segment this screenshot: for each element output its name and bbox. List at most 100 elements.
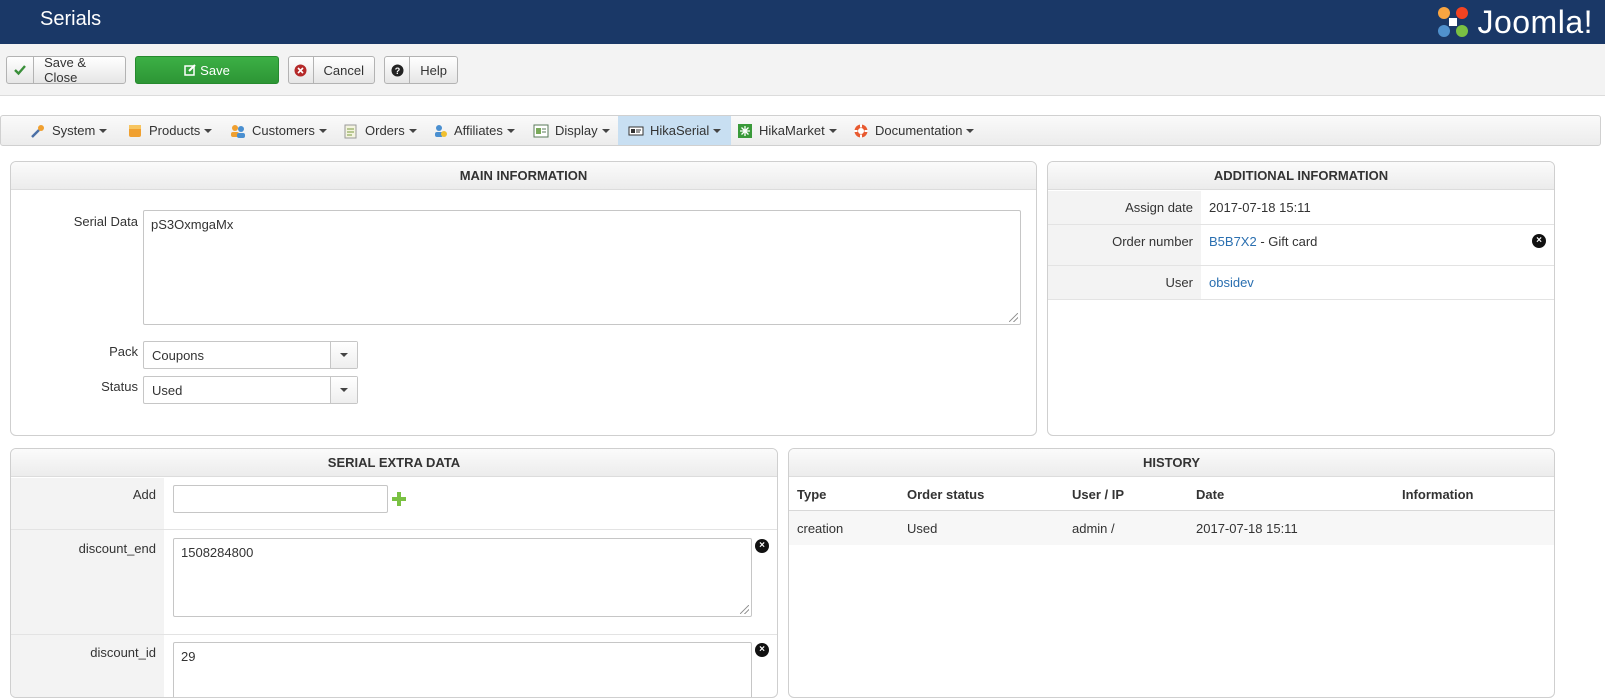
help-label: Help [420, 62, 447, 78]
serial-data-value: pS3OxmgaMx [151, 217, 234, 232]
add-label: Add [132, 487, 156, 502]
question-icon: ? [385, 57, 411, 83]
caret-down-icon [966, 128, 975, 133]
caret-down-icon [318, 128, 327, 133]
serial-extra-data-panel: SERIAL EXTRA DATA Add discount_end 15082… [10, 448, 778, 698]
save-button[interactable]: Save [135, 56, 279, 84]
add-key-input[interactable] [173, 485, 388, 513]
status-value: Used [152, 382, 183, 398]
joomla-logo-icon [1438, 7, 1469, 37]
assign-date-label: Assign date [1125, 200, 1193, 215]
column-header: Date [1196, 487, 1225, 502]
joomla-logo[interactable]: Joomla! [1435, 2, 1593, 42]
menu-customers[interactable]: Customers [220, 116, 337, 145]
order-number-label: Order number [1112, 234, 1193, 249]
cancel-label: Cancel [323, 62, 364, 78]
status-select[interactable]: Used [143, 376, 358, 404]
affiliates-icon [435, 124, 447, 137]
admin-menu-bar: System Products Customers Orders Affilia… [0, 115, 1601, 146]
help-button[interactable]: ? Help [384, 56, 458, 84]
menu-label: Customers [252, 123, 315, 138]
column-header: User / IP [1072, 487, 1125, 502]
main-information-panel: MAIN INFORMATION Serial Data pS3OxmgaMx … [10, 161, 1037, 436]
menu-label: Orders [365, 123, 405, 138]
pack-select[interactable]: Coupons [143, 341, 358, 369]
table-cell: 2017-07-18 15:11 [1196, 521, 1298, 536]
menu-label: HikaSerial [650, 123, 710, 138]
status-label: Status [101, 379, 138, 394]
extra-field-value: 29 [181, 649, 196, 664]
menu-system[interactable]: System [20, 116, 117, 145]
remove-field-icon[interactable]: × [755, 643, 769, 657]
resize-grip-icon[interactable] [740, 605, 749, 614]
serial-data-textarea[interactable]: pS3OxmgaMx [143, 210, 1021, 325]
box-icon [129, 124, 141, 137]
caret-down-icon [828, 128, 837, 133]
caret-down-icon [408, 128, 417, 133]
menu-hikaserial[interactable]: HikaSerial [618, 116, 732, 145]
users-icon [231, 124, 245, 138]
panel-title: ADDITIONAL INFORMATION [1048, 162, 1554, 190]
additional-information-panel: ADDITIONAL INFORMATION Assign date 2017-… [1047, 161, 1555, 436]
menu-label: Display [555, 123, 598, 138]
tools-icon [31, 124, 44, 138]
cancel-button[interactable]: Cancel [288, 56, 375, 84]
menu-label: System [52, 123, 96, 138]
menu-hikamarket[interactable]: HikaMarket [727, 116, 847, 145]
menu-display[interactable]: Display [523, 116, 620, 145]
extra-field-key: discount_id [90, 645, 156, 660]
orders-icon [344, 124, 357, 138]
brand-name: Joomla! [1477, 3, 1593, 40]
menu-label: Affiliates [454, 123, 503, 138]
extra-field-textarea[interactable]: 1508284800 [173, 538, 752, 617]
resize-grip-icon[interactable] [1009, 313, 1018, 322]
table-row: creation Used admin / 2017-07-18 15:11 [789, 511, 1554, 545]
save-label: Save [200, 62, 230, 78]
order-number-suffix: - Gift card [1256, 234, 1318, 249]
menu-affiliates[interactable]: Affiliates [422, 116, 525, 145]
remove-order-icon[interactable]: × [1532, 234, 1546, 248]
user-label: User [1165, 275, 1193, 290]
extra-field-value: 1508284800 [181, 545, 254, 560]
save-close-label: Save & Close [44, 55, 87, 85]
order-number-value: B5B7X2 - Gift card [1209, 234, 1317, 249]
menu-orders[interactable]: Orders [333, 116, 427, 145]
serial-icon [628, 126, 644, 135]
remove-field-icon[interactable]: × [755, 539, 769, 553]
add-plus-icon[interactable] [391, 491, 407, 507]
cancel-icon [289, 57, 314, 83]
caret-down-icon [506, 128, 515, 133]
menu-label: Documentation [875, 123, 963, 138]
order-number-link[interactable]: B5B7X2 [1209, 234, 1257, 249]
assign-date-value: 2017-07-18 15:11 [1209, 200, 1311, 215]
caret-down-icon [204, 128, 213, 133]
panel-title: HISTORY [789, 449, 1554, 477]
edit-icon [184, 57, 200, 83]
extra-field-key: discount_end [78, 541, 156, 556]
caret-down-icon [713, 128, 722, 133]
save-close-button[interactable]: Save & Close [6, 55, 126, 85]
check-icon [7, 57, 35, 83]
table-cell: Used [907, 521, 938, 536]
display-icon [533, 124, 549, 137]
column-header: Information [1402, 487, 1474, 502]
market-icon [738, 123, 752, 138]
menu-label: Products [149, 123, 201, 138]
table-cell: admin / [1072, 521, 1115, 536]
page-title: Serials [40, 8, 102, 30]
menu-products[interactable]: Products [117, 116, 222, 145]
serial-data-label: Serial Data [73, 214, 138, 229]
menu-documentation[interactable]: Documentation [843, 116, 984, 145]
top-header: Serials Joomla! [0, 0, 1605, 44]
lifebuoy-icon [854, 124, 868, 137]
pack-label: Pack [109, 344, 138, 359]
user-link[interactable]: obsidev [1209, 275, 1254, 290]
extra-field-textarea[interactable]: 29 [173, 642, 752, 697]
chevron-down-icon [330, 342, 357, 368]
table-cell: creation [797, 521, 844, 536]
history-panel: HISTORY Type Order status User / IP Date… [788, 448, 1555, 698]
panel-title: MAIN INFORMATION [11, 162, 1036, 190]
chevron-down-icon [330, 377, 357, 403]
caret-down-icon [99, 128, 108, 133]
svg-text:?: ? [394, 66, 400, 76]
